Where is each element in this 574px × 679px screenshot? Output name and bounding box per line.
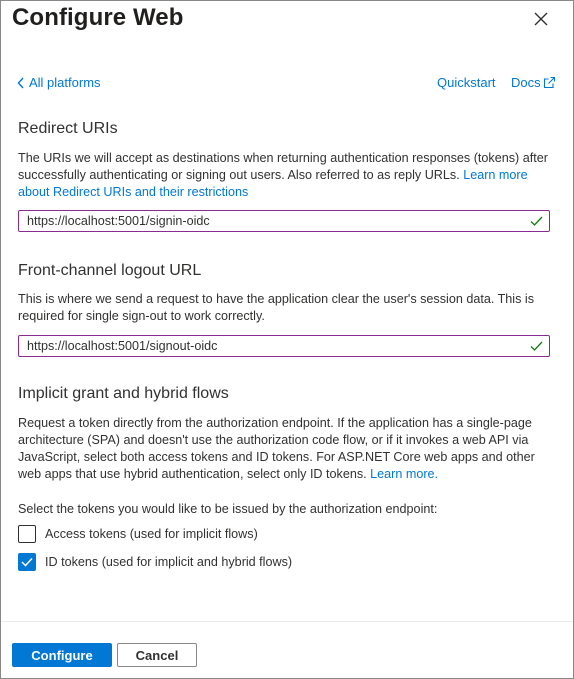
redirect-uris-description: The URIs we will accept as destinations … bbox=[18, 150, 548, 201]
configure-button[interactable]: Configure bbox=[12, 643, 112, 667]
logout-url-heading: Front-channel logout URL bbox=[18, 262, 202, 279]
all-platforms-label: All platforms bbox=[29, 75, 101, 90]
docs-label: Docs bbox=[511, 75, 541, 90]
logout-url-description: This is where we send a request to have … bbox=[18, 292, 534, 323]
all-platforms-link[interactable]: All platforms bbox=[17, 75, 101, 90]
access-tokens-label: Access tokens (used for implicit flows) bbox=[45, 527, 258, 541]
close-icon bbox=[534, 12, 548, 26]
logout-url-field[interactable] bbox=[18, 335, 550, 357]
redirect-uri-input[interactable] bbox=[19, 211, 527, 231]
external-link-icon bbox=[543, 76, 555, 89]
configure-web-panel: Configure Web All platforms Quickstart D… bbox=[0, 0, 574, 679]
id-tokens-label: ID tokens (used for implicit and hybrid … bbox=[45, 555, 293, 569]
chevron-left-icon bbox=[17, 77, 24, 88]
implicit-grant-heading: Implicit grant and hybrid flows bbox=[18, 385, 229, 402]
quickstart-link[interactable]: Quickstart bbox=[437, 75, 496, 90]
docs-link[interactable]: Docs bbox=[511, 75, 556, 90]
valid-check-icon bbox=[530, 341, 543, 351]
access-tokens-option[interactable]: Access tokens (used for implicit flows) bbox=[18, 525, 258, 543]
redirect-uri-field[interactable] bbox=[18, 210, 550, 232]
logout-url-input[interactable] bbox=[19, 336, 527, 356]
id-tokens-option[interactable]: ID tokens (used for implicit and hybrid … bbox=[18, 553, 292, 571]
close-button[interactable] bbox=[531, 9, 551, 29]
access-tokens-checkbox[interactable] bbox=[18, 525, 36, 543]
nav-row: All platforms Quickstart Docs bbox=[17, 75, 555, 93]
implicit-grant-learn-more-link[interactable]: Learn more. bbox=[370, 467, 438, 481]
valid-check-icon bbox=[530, 216, 543, 226]
token-select-prompt: Select the tokens you would like to be i… bbox=[18, 502, 438, 516]
redirect-uris-heading: Redirect URIs bbox=[18, 120, 118, 137]
implicit-grant-description: Request a token directly from the author… bbox=[18, 415, 548, 483]
implicit-grant-text: Request a token directly from the author… bbox=[18, 416, 535, 481]
panel-title: Configure Web bbox=[12, 4, 184, 31]
footer-divider bbox=[1, 621, 573, 622]
checkmark-icon bbox=[21, 557, 33, 567]
id-tokens-checkbox[interactable] bbox=[18, 553, 36, 571]
cancel-button[interactable]: Cancel bbox=[117, 643, 197, 667]
